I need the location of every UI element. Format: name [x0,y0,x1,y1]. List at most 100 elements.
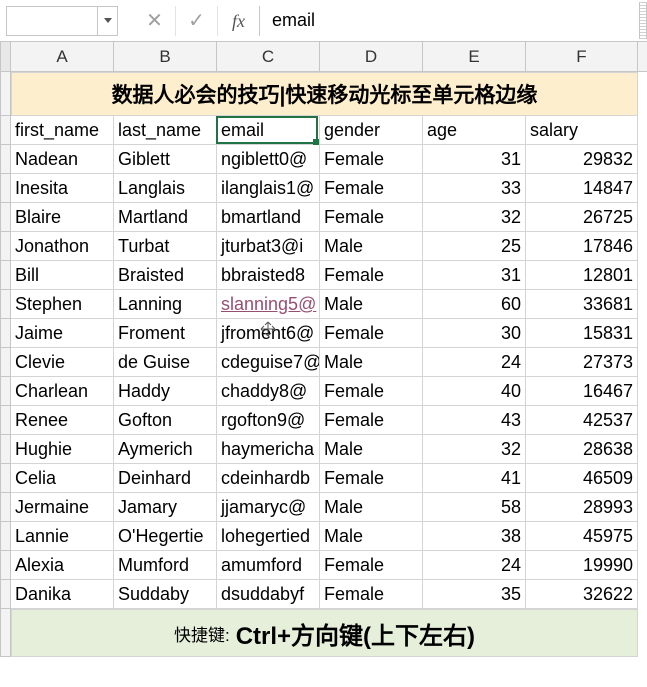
cell-gender[interactable]: Male [320,232,423,261]
cell-last-name[interactable]: Giblett [114,145,217,174]
cell-email[interactable]: cdeinhardb [217,464,320,493]
hdr-last-name[interactable]: last_name [114,116,217,145]
cell-age[interactable]: 31 [423,261,526,290]
cell-last-name[interactable]: O'Hegertie [114,522,217,551]
col-header-D[interactable]: D [320,42,423,71]
cell-first-name[interactable]: Stephen [11,290,114,319]
name-box-input[interactable] [6,6,98,36]
cell-last-name[interactable]: Haddy [114,377,217,406]
row-gutter[interactable] [1,145,11,174]
enter-button[interactable]: ✓ [176,6,218,36]
cell-age[interactable]: 41 [423,464,526,493]
cell-age[interactable]: 33 [423,174,526,203]
footer-merged-cell[interactable]: 快捷键: Ctrl+方向键(上下左右) [11,609,638,657]
cell-age[interactable]: 58 [423,493,526,522]
cell-email[interactable]: jjamaryc@ [217,493,320,522]
cell-gender[interactable]: Male [320,435,423,464]
insert-function-button[interactable]: fx [218,6,260,36]
cell-age[interactable]: 43 [423,406,526,435]
row-gutter[interactable] [1,232,11,261]
cell-email[interactable]: cdeguise7@ [217,348,320,377]
formula-bar-expand[interactable] [639,2,647,39]
cell-gender[interactable]: Female [320,319,423,348]
col-header-F[interactable]: F [526,42,638,71]
cell-gender[interactable]: Female [320,551,423,580]
cell-salary[interactable]: 12801 [526,261,638,290]
row-gutter[interactable] [1,580,11,609]
name-box-dropdown[interactable] [98,6,118,36]
cell-last-name[interactable]: Mumford [114,551,217,580]
cell-first-name[interactable]: Celia [11,464,114,493]
row-gutter[interactable] [1,406,11,435]
cell-last-name[interactable]: de Guise [114,348,217,377]
cell-email[interactable]: slanning5@ [217,290,320,319]
cell-salary[interactable]: 28638 [526,435,638,464]
cell-first-name[interactable]: Nadean [11,145,114,174]
cell-salary[interactable]: 33681 [526,290,638,319]
cell-salary[interactable]: 17846 [526,232,638,261]
cell-gender[interactable]: Female [320,580,423,609]
cell-last-name[interactable]: Martland [114,203,217,232]
cell-salary[interactable]: 29832 [526,145,638,174]
cell-email[interactable]: dsuddabyf [217,580,320,609]
row-gutter[interactable] [1,174,11,203]
cell-email[interactable]: lohegertied [217,522,320,551]
cell-last-name[interactable]: Deinhard [114,464,217,493]
cell-salary[interactable]: 28993 [526,493,638,522]
row-gutter[interactable] [1,377,11,406]
cell-email[interactable]: ilanglais1@ [217,174,320,203]
cell-gender[interactable]: Male [320,493,423,522]
cell-first-name[interactable]: Charlean [11,377,114,406]
cell-gender[interactable]: Female [320,261,423,290]
cell-salary[interactable]: 19990 [526,551,638,580]
cell-salary[interactable]: 45975 [526,522,638,551]
cell-email[interactable]: jfroment6@ [217,319,320,348]
formula-input[interactable] [260,6,639,36]
cell-gender[interactable]: Male [320,290,423,319]
col-header-A[interactable]: A [11,42,114,71]
hdr-age[interactable]: age [423,116,526,145]
cell-email[interactable]: ngiblett0@ [217,145,320,174]
cell-first-name[interactable]: Jonathon [11,232,114,261]
cell-last-name[interactable]: Braisted [114,261,217,290]
col-header-B[interactable]: B [114,42,217,71]
cell-salary[interactable]: 46509 [526,464,638,493]
cell-age[interactable]: 32 [423,435,526,464]
cell-last-name[interactable]: Lanning [114,290,217,319]
row-gutter[interactable] [1,72,11,116]
cell-gender[interactable]: Female [320,174,423,203]
cell-salary[interactable]: 32622 [526,580,638,609]
row-gutter[interactable] [1,609,11,657]
cell-age[interactable]: 31 [423,145,526,174]
cell-salary[interactable]: 14847 [526,174,638,203]
cell-first-name[interactable]: Hughie [11,435,114,464]
cell-first-name[interactable]: Bill [11,261,114,290]
hdr-gender[interactable]: gender [320,116,423,145]
row-gutter[interactable] [1,464,11,493]
cell-first-name[interactable]: Blaire [11,203,114,232]
cell-first-name[interactable]: Alexia [11,551,114,580]
cell-email[interactable]: bbraisted8 [217,261,320,290]
cell-salary[interactable]: 27373 [526,348,638,377]
cell-last-name[interactable]: Turbat [114,232,217,261]
hdr-first-name[interactable]: first_name [11,116,114,145]
cell-email[interactable]: haymericha [217,435,320,464]
cell-email[interactable]: chaddy8@ [217,377,320,406]
cell-first-name[interactable]: Danika [11,580,114,609]
cell-first-name[interactable]: Inesita [11,174,114,203]
cell-email[interactable]: bmartland [217,203,320,232]
cell-gender[interactable]: Male [320,522,423,551]
cell-last-name[interactable]: Gofton [114,406,217,435]
cell-age[interactable]: 24 [423,348,526,377]
cell-last-name[interactable]: Suddaby [114,580,217,609]
title-merged-cell[interactable]: 数据人必会的技巧|快速移动光标至单元格边缘 [11,72,638,116]
cell-salary[interactable]: 16467 [526,377,638,406]
col-header-E[interactable]: E [423,42,526,71]
cell-age[interactable]: 40 [423,377,526,406]
row-gutter[interactable] [1,116,11,145]
cell-first-name[interactable]: Clevie [11,348,114,377]
cell-last-name[interactable]: Jamary [114,493,217,522]
cell-age[interactable]: 25 [423,232,526,261]
sheet-grid[interactable]: 数据人必会的技巧|快速移动光标至单元格边缘 first_name last_na… [0,72,647,657]
cell-age[interactable]: 35 [423,580,526,609]
